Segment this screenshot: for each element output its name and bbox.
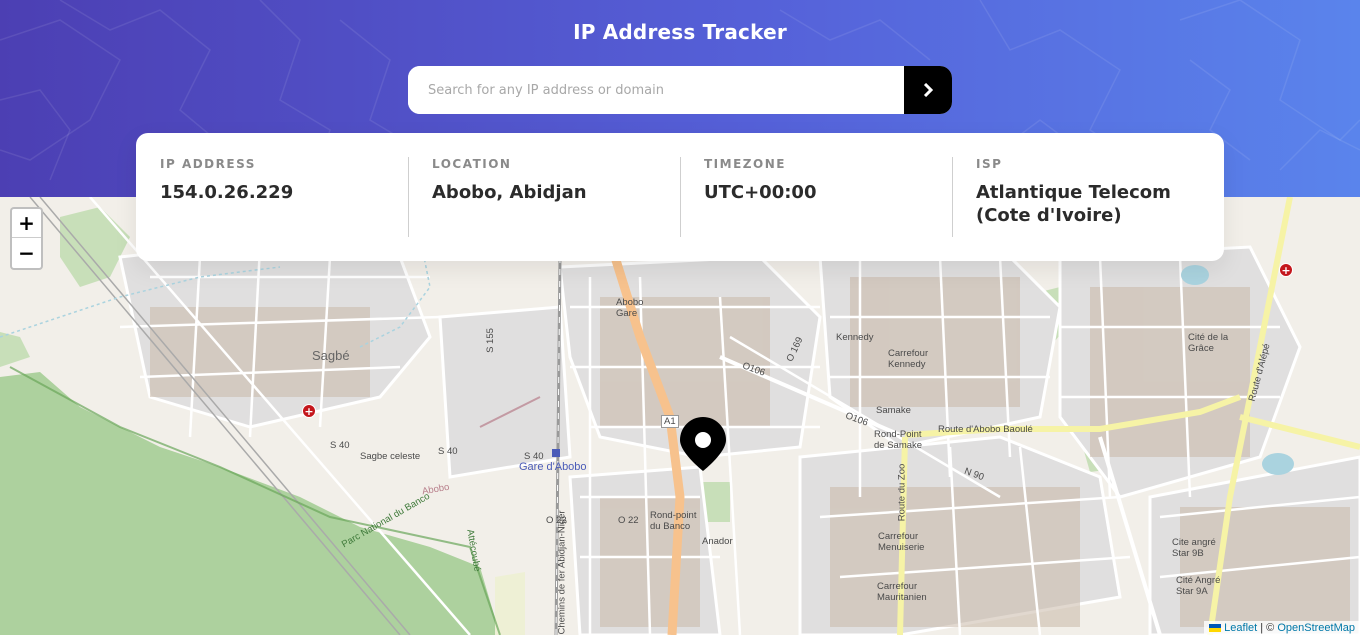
hospital-icon: + xyxy=(302,404,316,418)
zoom-in-button[interactable]: + xyxy=(12,209,41,238)
location-label: LOCATION xyxy=(432,157,512,171)
timezone-value: UTC+00:00 xyxy=(704,182,817,203)
leaflet-link[interactable]: Leaflet xyxy=(1224,622,1257,634)
ip-address-label: IP ADDRESS xyxy=(160,157,256,171)
location-pin-icon[interactable] xyxy=(680,417,726,471)
ip-info-card: IP ADDRESS 154.0.26.229 LOCATION Abobo, … xyxy=(136,133,1224,261)
map-label-s40: S 40 xyxy=(330,440,350,451)
map-label-kennedy: Kennedy xyxy=(836,332,874,343)
map-label-a1: A1 xyxy=(661,415,679,428)
timezone-section: TIMEZONE UTC+00:00 xyxy=(680,157,952,237)
map-label-rond-point-samake: Rond-Point de Samake xyxy=(874,429,923,451)
search-input[interactable] xyxy=(408,66,904,114)
attribution-separator: | © xyxy=(1257,622,1278,634)
map-label-carrefour-kennedy: Carrefour Kennedy xyxy=(888,348,929,370)
map-label-cite-grace: Cité de la Grâce xyxy=(1188,332,1229,354)
map-label-chemins-de-fer: Chemins de fer Abidjan-Niger xyxy=(556,510,568,635)
map-label-carrefour-menuiserie: Carrefour Menuiserie xyxy=(878,531,925,553)
map-label-route-abobo-baoule: Route d'Abobo Baoulé xyxy=(938,424,1033,435)
map-label-samake: Samake xyxy=(876,405,911,416)
map-label-abobo-gare: Abobo Gare xyxy=(616,297,644,319)
ip-address-section: IP ADDRESS 154.0.26.229 xyxy=(136,157,408,237)
map-label-sagbe-celeste: Sagbe celeste xyxy=(360,451,421,462)
zoom-control: + − xyxy=(10,207,43,270)
hospital-icon: + xyxy=(1279,263,1293,277)
map-label-anador: Anador xyxy=(702,536,733,547)
openstreetmap-link[interactable]: OpenStreetMap xyxy=(1277,622,1355,634)
location-value: Abobo, Abidjan xyxy=(432,182,587,203)
map-attribution: Leaflet | © OpenStreetMap xyxy=(1204,621,1360,635)
location-section: LOCATION Abobo, Abidjan xyxy=(408,157,680,237)
ip-address-value: 154.0.26.229 xyxy=(160,182,294,203)
map-tiles xyxy=(0,197,1360,635)
isp-value: Atlantique Telecom (Cote d'Ivoire) xyxy=(976,182,1171,226)
map-label-gare-abobo: Gare d'Abobo xyxy=(519,461,587,473)
map-label-rond-point-banco: Rond-point du Banco xyxy=(650,510,697,532)
search-bar xyxy=(408,66,952,114)
ukraine-flag-icon xyxy=(1209,624,1222,633)
map-label-o22: O 22 xyxy=(618,515,639,526)
map-label-carrefour-mauritanien: Carrefour Mauritanien xyxy=(877,581,927,603)
map-label-s155: S 155 xyxy=(484,328,496,353)
timezone-label: TIMEZONE xyxy=(704,157,786,171)
page-title: IP Address Tracker xyxy=(573,20,787,44)
map-label-route-zoo: Route du Zoo xyxy=(896,463,908,522)
map-label-s40: S 40 xyxy=(438,446,458,457)
search-submit-button[interactable] xyxy=(904,66,952,114)
map-label-cite-angre-9b: Cite angré Star 9B xyxy=(1172,537,1216,559)
map[interactable]: Sagbé Sagbe celeste S 40 S 40 S 40 S 155… xyxy=(0,197,1360,635)
map-label-cite-angre-9a: Cité Angré Star 9A xyxy=(1176,575,1221,597)
isp-label: ISP xyxy=(976,157,1003,171)
zoom-out-button[interactable]: − xyxy=(12,238,41,267)
chevron-right-icon xyxy=(923,83,933,97)
isp-section: ISP Atlantique Telecom (Cote d'Ivoire) xyxy=(952,157,1224,237)
map-label-sagbe: Sagbé xyxy=(312,348,350,363)
